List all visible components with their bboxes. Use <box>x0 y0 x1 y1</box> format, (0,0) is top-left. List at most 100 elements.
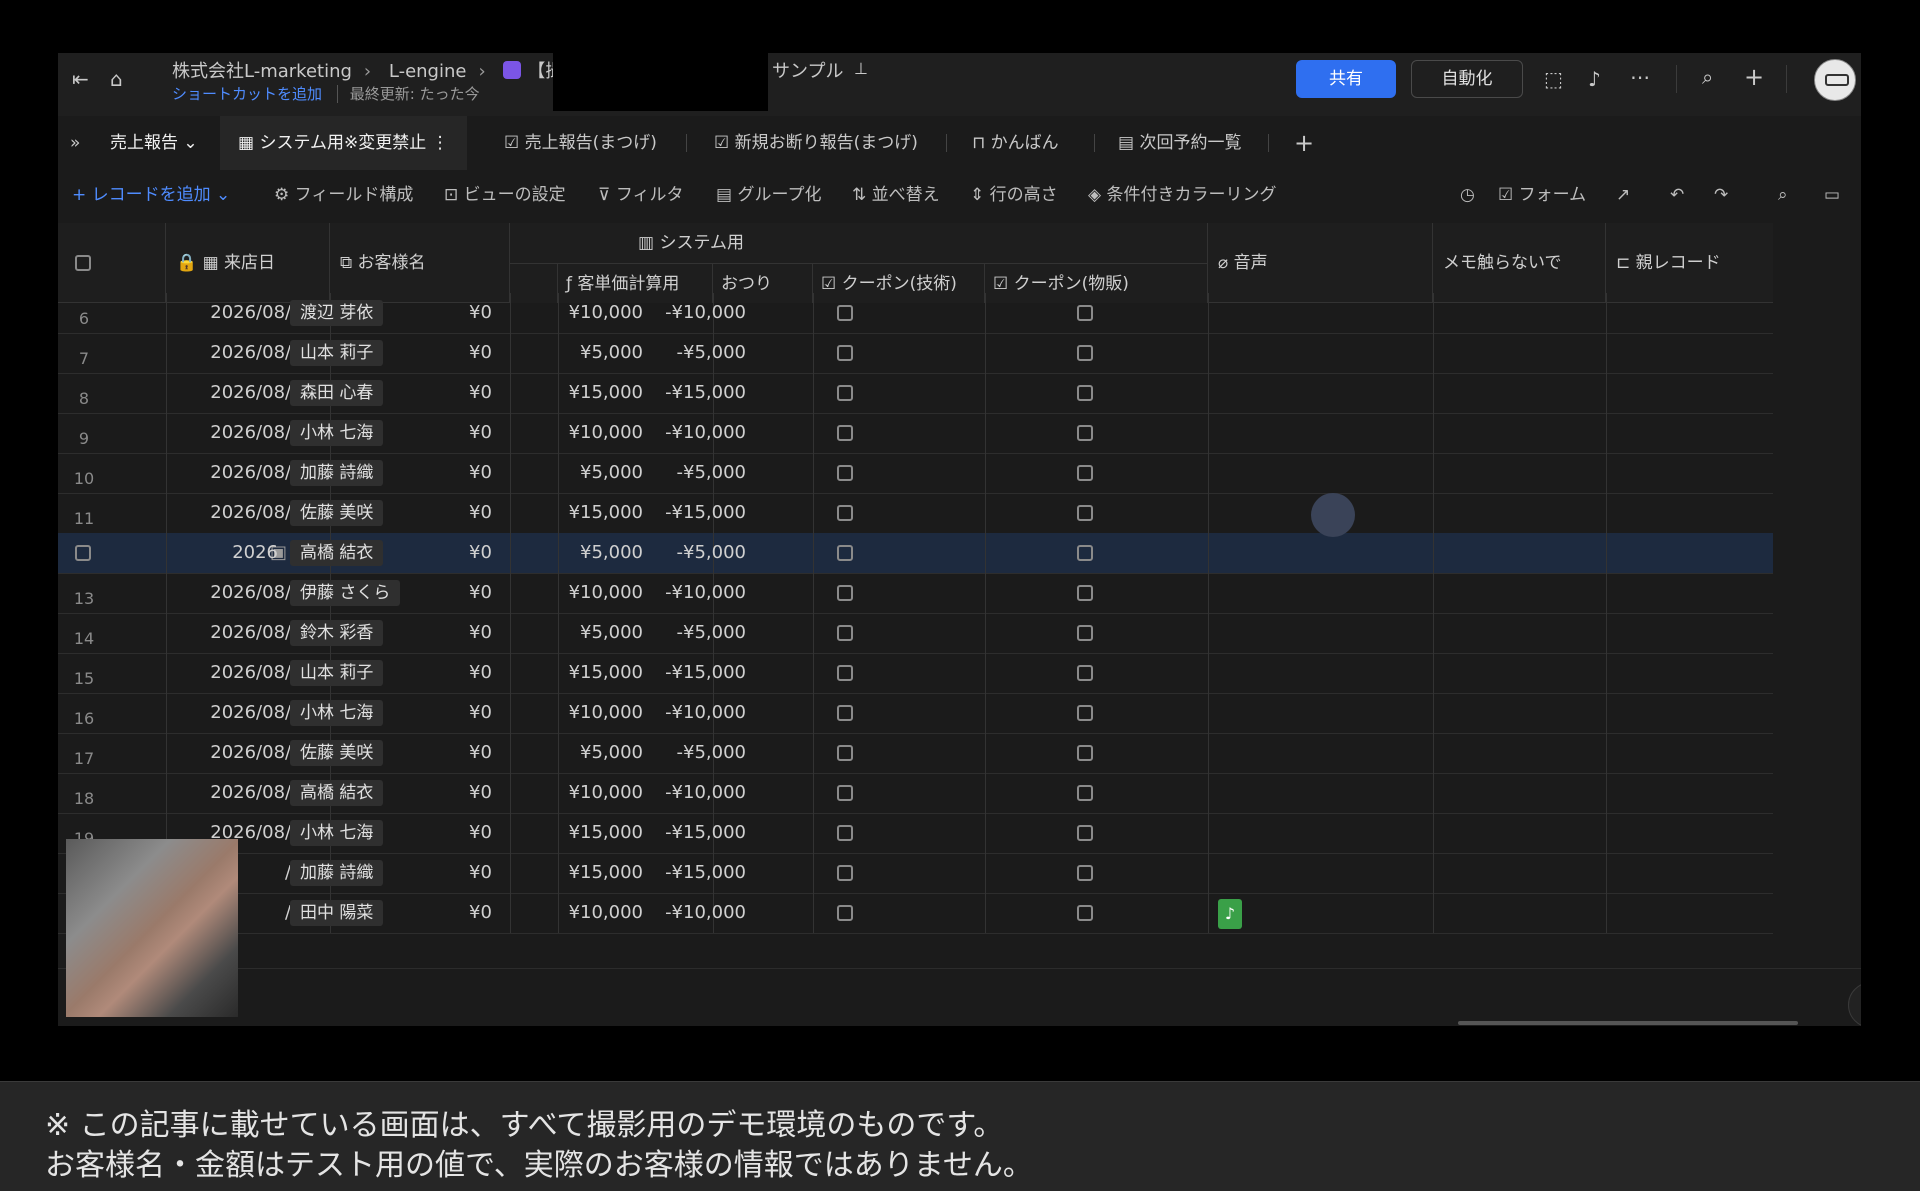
customer-cell[interactable]: 高橋 結衣 <box>290 533 384 573</box>
table-row[interactable]: ▣ +2026 高橋 結衣 ¥0 ¥5,000 -¥5,000 <box>58 533 1773 574</box>
share-button[interactable]: 共有 <box>1296 60 1396 98</box>
sidebar-toggle-icon[interactable]: ⇤ <box>72 69 89 89</box>
change-cell[interactable]: -¥15,000 <box>656 813 756 853</box>
hidden-amount-cell[interactable]: ¥0 <box>465 293 505 333</box>
unit-price-cell[interactable]: ¥15,000 <box>505 813 653 853</box>
table-row[interactable]: /14田中 陽菜¥0¥10,000-¥10,000♪ <box>58 893 1773 934</box>
home-icon[interactable]: ⌂ <box>110 69 123 89</box>
table-row[interactable]: 192026/08/14小林 七海¥0¥15,000-¥15,000 <box>58 813 1773 854</box>
automation-button[interactable]: 自動化 <box>1411 60 1523 98</box>
customer-cell[interactable]: 山本 莉子 <box>290 333 384 373</box>
hidden-amount-cell[interactable]: ¥0 <box>465 533 505 573</box>
tab-kanban[interactable]: ⊓ かんばん <box>972 116 1059 170</box>
hidden-amount-cell[interactable]: ¥0 <box>465 773 505 813</box>
table-row[interactable]: /14加藤 詩織¥0¥15,000-¥15,000 <box>58 853 1773 894</box>
table-row[interactable]: 7 2026/08/07 山本 莉子 ¥0 ¥5,000 -¥5,000 <box>58 333 1773 374</box>
customer-cell[interactable]: 加藤 詩織 <box>290 453 384 493</box>
avatar[interactable] <box>1814 59 1856 101</box>
coupon-goods-checkbox[interactable] <box>1077 425 1093 441</box>
unit-price-cell[interactable]: ¥15,000 <box>505 653 653 693</box>
unit-price-cell[interactable]: ¥10,000 <box>505 893 653 933</box>
coupon-goods-checkbox[interactable] <box>1077 385 1093 401</box>
unit-price-cell[interactable]: ¥10,000 <box>505 573 653 613</box>
add-record-button[interactable]: + レコードを追加 ⌄ <box>72 170 230 220</box>
customer-cell[interactable]: 小林 七海 <box>290 413 384 453</box>
view-settings-button[interactable]: ⊡ ビューの設定 <box>444 170 566 220</box>
coupon-tech-checkbox[interactable] <box>837 745 853 761</box>
customer-cell[interactable]: 伊藤 さくら <box>290 573 401 613</box>
pin-icon[interactable]: ⊥ <box>854 59 868 79</box>
coupon-tech-checkbox[interactable] <box>837 865 853 881</box>
coupon-goods-checkbox[interactable] <box>1077 625 1093 641</box>
coupon-tech-checkbox[interactable] <box>837 705 853 721</box>
tab-next-booking[interactable]: ▤ 次回予約一覧 <box>1118 116 1241 170</box>
customer-cell[interactable]: 加藤 詩織 <box>290 853 384 893</box>
coupon-tech-checkbox[interactable] <box>837 625 853 641</box>
unit-price-cell[interactable]: ¥5,000 <box>505 453 653 493</box>
row-checkbox[interactable] <box>75 545 91 561</box>
coupon-goods-checkbox[interactable] <box>1077 705 1093 721</box>
row-height-button[interactable]: ⇕ 行の高さ <box>970 170 1058 220</box>
hidden-amount-cell[interactable]: ¥0 <box>465 653 505 693</box>
coupon-goods-checkbox[interactable] <box>1077 785 1093 801</box>
table-row[interactable]: 16 2026/08/13 小林 七海 ¥0 ¥10,000 -¥10,000 <box>58 693 1773 734</box>
unit-price-cell[interactable]: ¥15,000 <box>505 493 653 533</box>
customer-cell[interactable]: 山本 莉子 <box>290 653 384 693</box>
hidden-amount-cell[interactable]: ¥0 <box>465 453 505 493</box>
coupon-goods-checkbox[interactable] <box>1077 905 1093 921</box>
coupon-goods-checkbox[interactable] <box>1077 825 1093 841</box>
unit-price-cell[interactable]: ¥10,000 <box>505 693 653 733</box>
header-visit-date[interactable]: 🔒 ▦ 来店日 <box>166 223 330 303</box>
coupon-goods-checkbox[interactable] <box>1077 545 1093 561</box>
hidden-amount-cell[interactable]: ¥0 <box>465 373 505 413</box>
hidden-amount-cell[interactable]: ¥0 <box>465 693 505 733</box>
change-cell[interactable]: -¥10,000 <box>656 893 756 933</box>
change-cell[interactable]: -¥10,000 <box>656 773 756 813</box>
breadcrumb-app[interactable]: L-engine <box>389 61 467 82</box>
coupon-tech-checkbox[interactable] <box>837 785 853 801</box>
hidden-amount-cell[interactable]: ¥0 <box>465 413 505 453</box>
hidden-amount-cell[interactable]: ¥0 <box>465 493 505 533</box>
coupon-tech-checkbox[interactable] <box>837 905 853 921</box>
coupon-tech-checkbox[interactable] <box>837 385 853 401</box>
field-config-button[interactable]: ⚙ フィールド構成 <box>274 170 413 220</box>
unit-price-cell[interactable]: ¥10,000 <box>505 413 653 453</box>
bell-icon[interactable]: ♪ <box>1588 69 1601 89</box>
coupon-tech-checkbox[interactable] <box>837 585 853 601</box>
coupon-goods-checkbox[interactable] <box>1077 465 1093 481</box>
coupon-goods-checkbox[interactable] <box>1077 865 1093 881</box>
change-cell[interactable]: -¥10,000 <box>656 573 756 613</box>
unit-price-cell[interactable]: ¥5,000 <box>505 733 653 773</box>
change-cell[interactable]: -¥15,000 <box>656 653 756 693</box>
table-row[interactable]: 15 2026/08/13 山本 莉子 ¥0 ¥15,000 -¥15,000 <box>58 653 1773 694</box>
history-icon[interactable]: ◷ <box>1460 170 1475 220</box>
header-audio[interactable]: ⌀ 音声 <box>1208 223 1433 303</box>
change-cell[interactable]: -¥5,000 <box>656 533 756 573</box>
plus-icon[interactable]: + <box>1744 65 1764 89</box>
more-icon[interactable]: ⋯ <box>1630 67 1650 87</box>
add-view-icon[interactable]: + <box>1294 116 1314 170</box>
filter-button[interactable]: ⊽ フィルタ <box>598 170 684 220</box>
find-icon[interactable]: ⌕ <box>1778 170 1788 220</box>
coupon-goods-checkbox[interactable] <box>1077 585 1093 601</box>
change-cell[interactable]: -¥15,000 <box>656 853 756 893</box>
change-cell[interactable]: -¥5,000 <box>656 333 756 373</box>
change-cell[interactable]: -¥10,000 <box>656 693 756 733</box>
group-button[interactable]: ▤ グループ化 <box>716 170 821 220</box>
add-shortcut-link[interactable]: ショートカットを追加 <box>172 85 322 103</box>
coupon-tech-checkbox[interactable] <box>837 665 853 681</box>
hidden-amount-cell[interactable]: ¥0 <box>465 813 505 853</box>
coupon-goods-checkbox[interactable] <box>1077 665 1093 681</box>
change-cell[interactable]: -¥10,000 <box>656 413 756 453</box>
comment-icon[interactable]: ▭ <box>1824 170 1840 220</box>
visit-date-cell[interactable]: 2026 <box>118 533 278 573</box>
change-cell[interactable]: -¥5,000 <box>656 733 756 773</box>
table-row[interactable]: 9 2026/08/08 小林 七海 ¥0 ¥10,000 -¥10,000 <box>58 413 1773 454</box>
coupon-tech-checkbox[interactable] <box>837 545 853 561</box>
header-parent[interactable]: ⊏ 親レコード <box>1606 223 1773 303</box>
customer-cell[interactable]: 小林 七海 <box>290 693 384 733</box>
table-row[interactable]: 13 2026/08/12 伊藤 さくら ¥0 ¥10,000 -¥10,000 <box>58 573 1773 614</box>
select-all-checkbox[interactable] <box>75 255 91 271</box>
horizontal-scrollbar[interactable] <box>1458 1021 1798 1025</box>
coupon-goods-checkbox[interactable] <box>1077 505 1093 521</box>
